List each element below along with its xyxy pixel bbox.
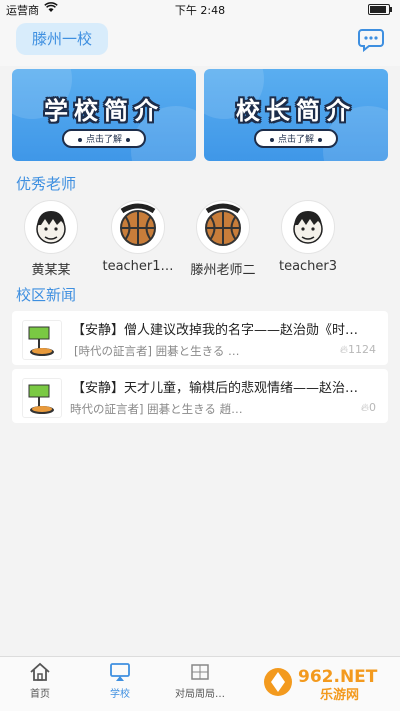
svg-text:乐游网: 乐游网 xyxy=(320,687,359,703)
basketball-avatar-icon xyxy=(111,200,165,254)
tab-game-label: 对局周局… xyxy=(175,689,225,700)
teachers-section-title: 优秀老师 xyxy=(16,175,77,193)
site-watermark: 962.NET 乐游网 xyxy=(262,660,392,704)
news-item[interactable]: 【安静】天才儿童，输棋后的悲观情绪——赵治… 時代の証言者] 囲碁と生きる 趙…… xyxy=(12,369,388,423)
tab-game[interactable]: 对局周局… xyxy=(165,661,235,700)
cartoon-face-icon xyxy=(281,200,335,254)
tab-home[interactable]: 首页 xyxy=(0,661,80,700)
news-thumbnail-icon xyxy=(22,378,62,418)
principal-intro-title: 校长简介 xyxy=(236,97,356,125)
learn-more-label: 点击了解 xyxy=(85,135,123,145)
news-thumbnail-icon xyxy=(22,320,62,360)
news-subtitle: 時代の証言者] 囲碁と生きる 趙… xyxy=(70,402,243,416)
cartoon-face-icon xyxy=(24,200,78,254)
news-title: 【安静】天才儿童，输棋后的悲观情绪——赵治… xyxy=(72,381,359,395)
learn-more-button[interactable]: 点击了解 xyxy=(61,129,147,148)
teacher-name: 黄某某 xyxy=(31,263,71,278)
battery-icon xyxy=(368,4,392,15)
message-icon[interactable] xyxy=(358,28,384,53)
teacher-card[interactable]: 黄某某 xyxy=(6,200,96,280)
news-subtitle: [時代の証言者] 囲碁と生きる … xyxy=(74,344,240,358)
tab-home-label: 首页 xyxy=(30,689,50,700)
teacher-name: teacher1… xyxy=(102,259,174,274)
svg-text:962.NET: 962.NET xyxy=(298,667,378,687)
news-title: 【安静】僧人建议改掉我的名字——赵治勋《时… xyxy=(72,323,359,337)
principal-intro-banner[interactable]: 校长简介 点击了解 xyxy=(204,69,388,161)
school-intro-banner[interactable]: 学校简介 点击了解 xyxy=(12,69,196,161)
view-count: 0 xyxy=(369,401,376,414)
basketball-avatar-icon xyxy=(196,200,250,254)
news-item[interactable]: 【安静】僧人建议改掉我的名字——赵治勋《时… [時代の証言者] 囲碁と生きる …… xyxy=(12,311,388,365)
teacher-name: 滕州老师二 xyxy=(190,263,256,278)
monitor-icon xyxy=(80,661,160,683)
game-icon xyxy=(165,661,235,683)
teacher-card[interactable]: teacher1… xyxy=(93,200,183,280)
tab-school[interactable]: 学校 xyxy=(80,661,160,700)
flame-icon: 🔥︎ xyxy=(360,401,369,414)
teacher-name: teacher3 xyxy=(278,259,338,274)
news-section-title: 校区新闻 xyxy=(16,286,77,304)
view-count: 1124 xyxy=(348,343,376,356)
status-bar: 运营商 下午 2:48 xyxy=(0,0,400,18)
teacher-card[interactable]: 滕州老师二 xyxy=(178,200,268,280)
teacher-card[interactable]: teacher3 xyxy=(263,200,353,280)
flame-icon: 🔥︎ xyxy=(339,343,348,356)
clock: 下午 2:48 xyxy=(174,4,226,17)
learn-more-button[interactable]: 点击了解 xyxy=(253,129,339,148)
school-selector[interactable]: 滕州一校 xyxy=(16,23,108,55)
news-views: 🔥︎1124 xyxy=(340,343,376,357)
school-intro-title: 学校简介 xyxy=(44,97,164,125)
tab-school-label: 学校 xyxy=(110,689,130,700)
news-views: 🔥︎0 xyxy=(361,401,376,415)
learn-more-label: 点击了解 xyxy=(277,135,315,145)
header-bar: 滕州一校 xyxy=(0,18,400,66)
home-icon xyxy=(0,661,80,683)
